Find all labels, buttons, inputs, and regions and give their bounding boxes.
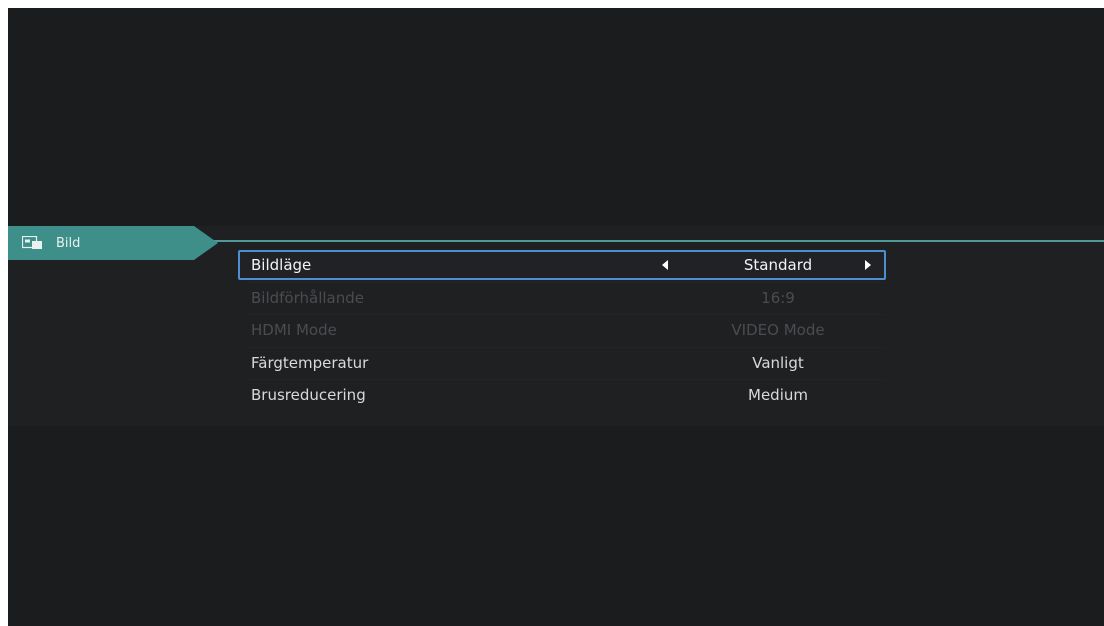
picture-settings-icon bbox=[22, 236, 44, 250]
menu-item-hdmi-mode: HDMI Mode VIDEO Mode bbox=[238, 315, 886, 345]
menu-item-fargtemperatur[interactable]: Färgtemperatur Vanligt bbox=[238, 348, 886, 378]
arrow-left-icon[interactable] bbox=[662, 260, 668, 270]
menu-item-label: Bildförhållande bbox=[251, 289, 364, 307]
tv-screen: Bild Bildläge Standard Bildförhållande 1… bbox=[8, 8, 1104, 626]
menu-item-value: Medium bbox=[748, 386, 808, 404]
category-tab-bild[interactable]: Bild bbox=[8, 226, 218, 260]
arrow-right-icon[interactable] bbox=[865, 260, 871, 270]
menu-item-bildlage[interactable]: Bildläge Standard bbox=[238, 250, 886, 280]
menu-item-value: 16:9 bbox=[761, 289, 795, 307]
menu-item-value: Vanligt bbox=[752, 354, 804, 372]
menu-item-brusreducering[interactable]: Brusreducering Medium bbox=[238, 380, 886, 410]
category-label: Bild bbox=[56, 235, 81, 251]
menu-item-label: HDMI Mode bbox=[251, 321, 337, 339]
menu-item-value: Standard bbox=[743, 256, 813, 274]
menu-item-bildforhallande: Bildförhållande 16:9 bbox=[238, 283, 886, 313]
menu-item-label: Bildläge bbox=[251, 256, 312, 274]
menu-item-label: Brusreducering bbox=[251, 386, 366, 404]
menu-item-label: Färgtemperatur bbox=[251, 354, 369, 372]
menu-divider-line bbox=[208, 240, 1104, 242]
menu-item-value: VIDEO Mode bbox=[731, 321, 825, 339]
